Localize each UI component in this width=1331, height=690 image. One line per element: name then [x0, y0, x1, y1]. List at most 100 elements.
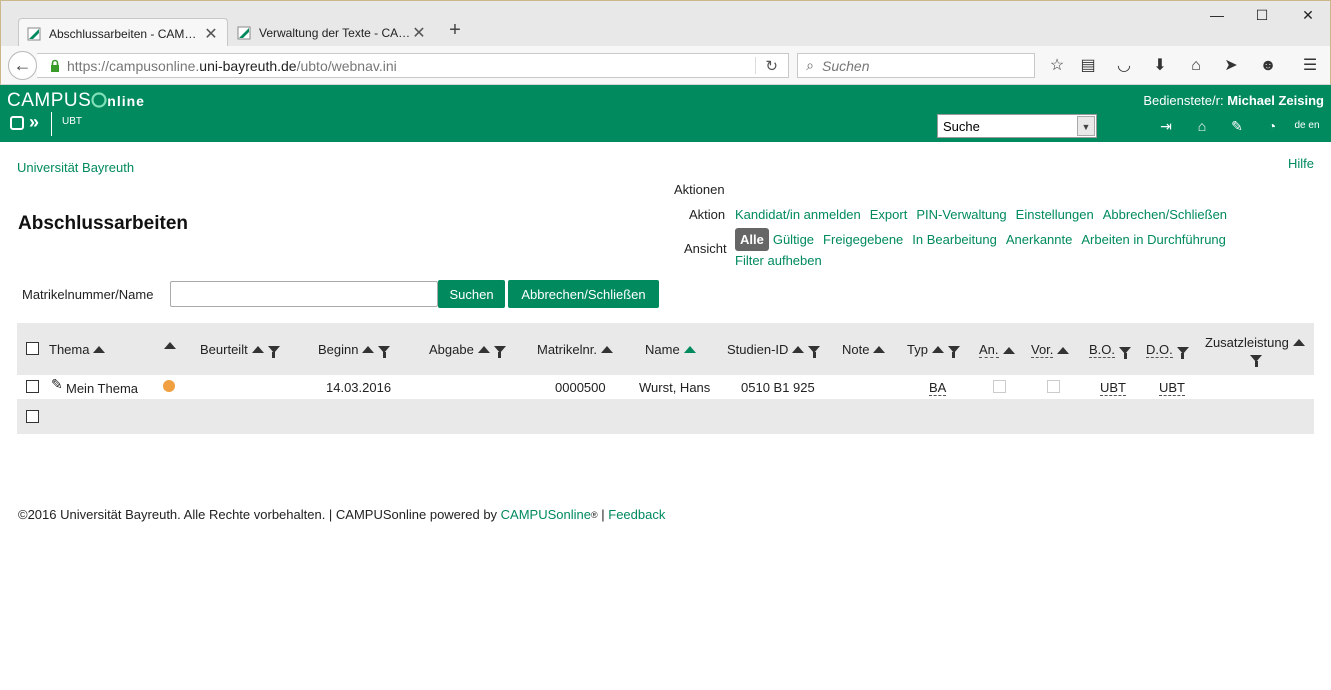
sort-up-active-icon[interactable]: [683, 346, 696, 353]
th-name[interactable]: Name: [645, 342, 696, 357]
sort-up-icon[interactable]: [792, 346, 805, 353]
logo-o-icon: [91, 92, 107, 108]
dashboard-icon[interactable]: ◔: [1263, 117, 1281, 135]
new-tab-button[interactable]: +: [445, 19, 465, 42]
browser-search-bar[interactable]: ⌕ Suchen: [797, 53, 1035, 78]
sort-up-icon[interactable]: [1002, 346, 1015, 354]
reload-icon[interactable]: ↻: [765, 57, 778, 75]
user-name: Michael Zeising: [1227, 93, 1324, 108]
export-link[interactable]: Export: [870, 207, 908, 222]
bookmark-star-icon[interactable]: ☆: [1047, 56, 1067, 76]
ansicht-gueltige-link[interactable]: Gültige: [773, 232, 814, 247]
campusonline-favicon-icon: [27, 27, 41, 40]
ansicht-freigegebene-link[interactable]: Freigegebene: [823, 232, 903, 247]
filter-funnel-icon[interactable]: [267, 346, 280, 358]
sort-up-icon[interactable]: [1292, 339, 1305, 346]
menu-icon[interactable]: ☰: [1300, 56, 1320, 76]
home-icon[interactable]: ⌂: [1193, 117, 1211, 135]
sort-up-icon[interactable]: [362, 346, 375, 353]
tab-close-icon[interactable]: ✕: [411, 23, 427, 43]
matrikel-name-input[interactable]: [170, 281, 438, 307]
th-status[interactable]: [164, 342, 176, 349]
ansicht-in-bearbeitung-link[interactable]: In Bearbeitung: [912, 232, 997, 247]
tab-close-icon[interactable]: ✕: [203, 24, 219, 44]
typ-cell: BA: [929, 380, 947, 396]
sort-up-icon[interactable]: [251, 346, 264, 353]
footer-select-checkbox[interactable]: [26, 410, 39, 423]
download-icon[interactable]: ⬇: [1150, 56, 1170, 76]
home-icon[interactable]: ⌂: [1186, 56, 1206, 76]
th-do[interactable]: D.O.: [1146, 342, 1189, 359]
close-window-button[interactable]: ✕: [1298, 7, 1318, 24]
language-switch-icon[interactable]: de en: [1289, 117, 1325, 135]
url-path: /ubto/webnav.ini: [296, 57, 397, 74]
th-matrikel[interactable]: Matrikelnr.: [537, 342, 613, 357]
th-studien-id[interactable]: Studien-ID: [727, 342, 821, 358]
filter-funnel-icon[interactable]: [378, 346, 391, 358]
minimize-button[interactable]: —: [1207, 7, 1227, 23]
sort-up-icon[interactable]: [93, 346, 106, 353]
url-bar[interactable]: https://campusonline. uni-bayreuth.de/ubt…: [37, 53, 789, 78]
th-beurteilt[interactable]: Beurteilt: [200, 342, 280, 358]
kandidat-anmelden-link[interactable]: Kandidat/in anmelden: [735, 207, 861, 222]
browser-search-placeholder: Suchen: [822, 57, 870, 74]
filter-funnel-icon[interactable]: [1119, 346, 1132, 359]
einstellungen-link[interactable]: Einstellungen: [1016, 207, 1094, 222]
suchen-button[interactable]: Suchen: [438, 280, 505, 308]
sort-up-icon[interactable]: [600, 346, 613, 353]
campusonline-logo[interactable]: CAMPUS nline: [7, 90, 145, 112]
browser-tab-abschlussarbeiten[interactable]: Abschlussarbeiten - CAM… ✕: [18, 18, 228, 48]
ansicht-anerkannte-link[interactable]: Anerkannte: [1006, 232, 1073, 247]
sort-up-icon[interactable]: [477, 346, 490, 353]
filter-funnel-icon[interactable]: [493, 346, 506, 358]
th-abgabe[interactable]: Abgabe: [429, 342, 506, 358]
sort-up-icon[interactable]: [164, 342, 176, 349]
filter-funnel-icon[interactable]: [808, 346, 821, 358]
th-note[interactable]: Note: [842, 342, 886, 357]
th-typ[interactable]: Typ: [907, 342, 960, 358]
name-link[interactable]: Wurst, Hans: [639, 380, 710, 395]
select-all-checkbox[interactable]: [26, 342, 39, 355]
filter-aufheben-link[interactable]: Filter aufheben: [735, 253, 822, 268]
edit-note-icon[interactable]: ✎: [1228, 117, 1246, 135]
window-square-icon[interactable]: [10, 116, 24, 130]
ansicht-durchfuehrung-link[interactable]: Arbeiten in Durchführung: [1081, 232, 1226, 247]
th-an[interactable]: An.: [979, 342, 1015, 358]
abbrechen-schliessen-button[interactable]: Abbrechen/Schließen: [508, 280, 659, 308]
row-checkbox[interactable]: [26, 380, 39, 393]
matrikel-link[interactable]: 0000500: [555, 380, 606, 395]
back-button[interactable]: ←: [8, 51, 37, 80]
th-vor[interactable]: Vor.: [1031, 342, 1070, 358]
th-thema[interactable]: Thema: [49, 342, 106, 357]
sort-up-icon[interactable]: [873, 346, 886, 353]
abbrechen-schliessen-link[interactable]: Abbrechen/Schließen: [1103, 207, 1227, 222]
emoji-icon[interactable]: ☻: [1258, 56, 1278, 76]
feedback-link[interactable]: Feedback: [608, 507, 665, 522]
browser-tab-verwaltung[interactable]: Verwaltung der Texte - CA… ✕: [229, 18, 435, 48]
table-header: Thema Beurteilt Beginn Abgabe Matrikelnr…: [17, 323, 1314, 375]
reading-list-icon[interactable]: ▤: [1078, 56, 1098, 76]
double-chevron-right-icon[interactable]: »: [29, 112, 39, 133]
sort-up-icon[interactable]: [931, 346, 944, 353]
th-typ-label: Typ: [907, 342, 928, 357]
filter-funnel-icon[interactable]: [947, 346, 960, 358]
pocket-icon[interactable]: ◡: [1114, 56, 1134, 76]
logout-icon[interactable]: ⇥: [1157, 117, 1175, 135]
header-search-select[interactable]: Suche ▼: [937, 114, 1097, 138]
send-icon[interactable]: ➤: [1221, 56, 1241, 76]
help-link[interactable]: Hilfe: [1288, 156, 1314, 171]
university-link[interactable]: Universität Bayreuth: [17, 160, 134, 175]
sort-up-icon[interactable]: [1057, 346, 1070, 354]
pencil-icon[interactable]: ✎: [51, 376, 63, 393]
th-zusatzleistung[interactable]: Zusatzleistung: [1205, 335, 1305, 350]
th-beginn[interactable]: Beginn: [318, 342, 391, 358]
maximize-button[interactable]: ☐: [1252, 7, 1272, 24]
filter-funnel-icon[interactable]: [1176, 346, 1189, 359]
ansicht-alle-button[interactable]: Alle: [735, 228, 769, 251]
campusonline-link[interactable]: CAMPUSonline: [501, 507, 591, 522]
th-bo[interactable]: B.O.: [1089, 342, 1132, 359]
pin-verwaltung-link[interactable]: PIN-Verwaltung: [916, 207, 1006, 222]
vor-checkbox: [1047, 380, 1060, 393]
thema-link[interactable]: Mein Thema: [66, 381, 138, 396]
filter-funnel-icon[interactable]: [1250, 355, 1262, 367]
